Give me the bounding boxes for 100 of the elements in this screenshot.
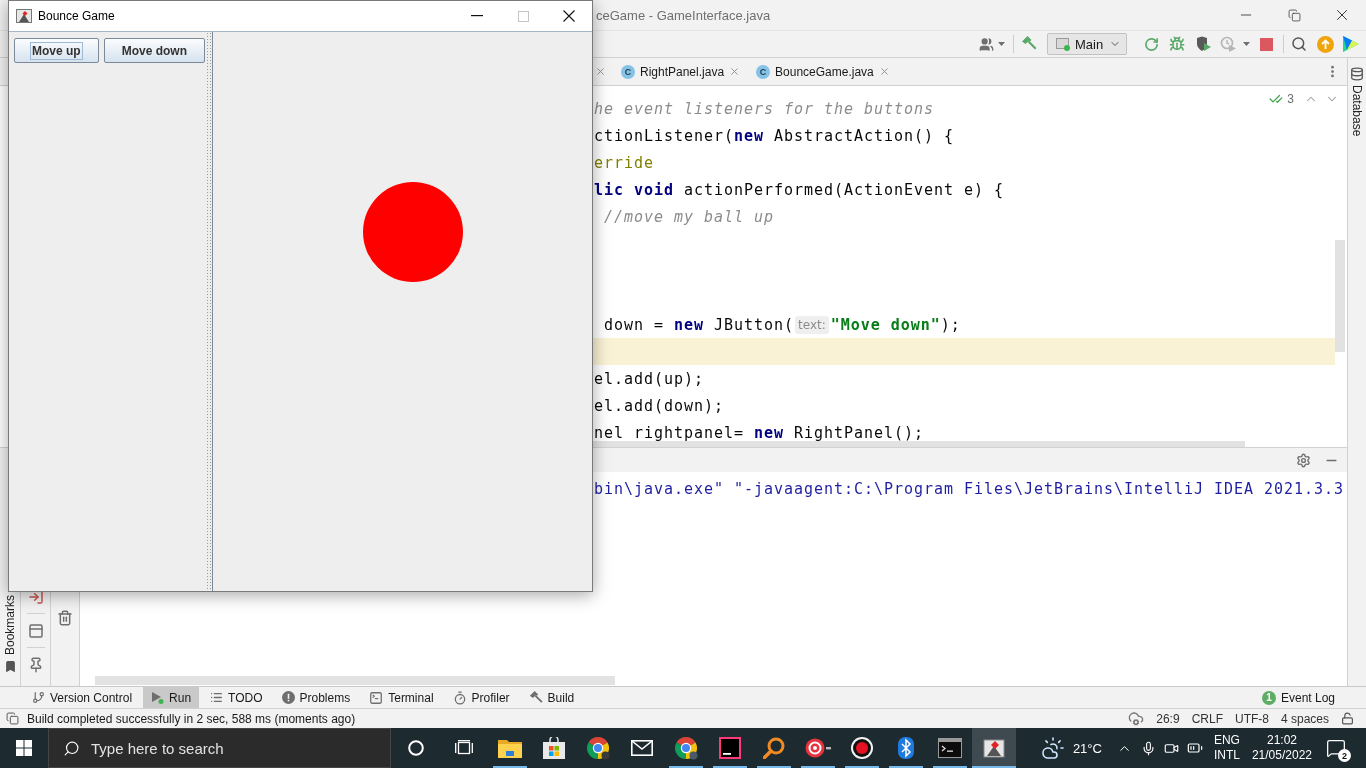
status-widget[interactable]: UTF-8 [1234,711,1269,726]
search-field[interactable]: Type here to search [48,728,391,768]
users-icon[interactable] [978,36,994,52]
input-language-text[interactable]: ENG [1213,733,1240,748]
check-icon[interactable] [1269,92,1284,106]
arrow-into-box-icon[interactable] [27,589,44,605]
cloud-gear-icon[interactable] [1128,710,1145,727]
app-window-icon [1056,37,1070,51]
search-icon [63,739,80,757]
tool-window-tab[interactable]: 1 Event Log [1261,687,1335,708]
caret-icon[interactable] [997,42,1005,46]
refresh-icon[interactable] [1143,36,1159,52]
layout-icon[interactable] [27,623,44,639]
class-badge: C [756,64,771,79]
tool-window-tab[interactable]: Build [520,687,583,708]
tool-window-tab[interactable]: TODO [202,687,271,708]
code-text: he event listeners for the buttons [594,100,935,117]
record-icon[interactable] [851,737,873,759]
folder-icon[interactable] [498,738,522,758]
count-badge: 2 [1338,749,1351,762]
editor-tab[interactable]: C RightPanel.java [613,58,749,85]
close-icon[interactable] [563,10,575,22]
temperature-text[interactable]: 21°C [1072,740,1102,756]
tool-window-tab[interactable]: Profiler [444,687,518,708]
tool-window-tab[interactable]: Version Control [24,687,141,708]
microphone-icon[interactable] [1140,740,1156,756]
task-view-icon[interactable] [455,740,473,756]
database-icon[interactable] [1350,67,1364,81]
stop-icon[interactable] [1259,37,1273,51]
timer-icon [452,690,467,705]
terminal-icon [369,690,384,705]
bug-icon[interactable] [1169,36,1185,52]
code-text: down = new JButton( [603,316,795,333]
hammer-icon [528,690,543,705]
search-icon[interactable] [1291,36,1307,52]
padlock-icon[interactable] [1341,712,1354,725]
status-widget[interactable]: 26:9 [1156,711,1180,726]
branch-icon [32,691,45,704]
action-button[interactable]: Move up [14,38,99,63]
start-icon[interactable] [16,740,32,756]
app-icon [16,8,32,24]
minimize-icon[interactable] [471,15,483,17]
magnifier-icon[interactable] [763,737,785,759]
browser-icon[interactable] [586,736,610,760]
play-icon [151,691,165,704]
scrollbar-thumb[interactable] [95,676,615,685]
app-icon[interactable] [983,737,1005,759]
ring-icon[interactable] [407,740,424,756]
alert-icon [281,691,295,704]
envelope-icon[interactable] [631,740,653,756]
trash-icon[interactable] [57,610,73,626]
inspection-count: 3 [1287,92,1294,106]
window-title: Bounce Game [38,9,115,23]
tool-window-tab[interactable]: Terminal [361,687,442,708]
bluetooth-icon[interactable] [898,737,914,759]
settings-icon[interactable] [1296,452,1311,468]
code-text: //move my ball up [603,208,774,225]
code-text: el.add(up); [594,370,704,387]
active-app-button[interactable] [972,728,1016,768]
terminal-icon[interactable] [938,738,962,758]
weather-icon[interactable] [1040,736,1065,760]
caret-icon[interactable] [1242,42,1250,46]
console-text: bin\java.exe" "-javaagent:C:\Program Files\JetBrains\IntelliJ IDEA 2021.3.3 [594,480,1345,498]
browser-icon[interactable] [674,736,698,760]
code-text: nel rightpanel= new RightPanel(); [594,424,925,441]
input-language-text[interactable]: INTL [1213,748,1240,763]
window-title: ceGame - GameInterface.java [596,7,771,23]
status-widget[interactable]: CRLF [1191,711,1223,726]
scrollbar-thumb[interactable] [1335,240,1345,352]
count-badge: 1 [1261,690,1276,705]
app-logo-icon[interactable] [719,737,741,759]
bookmark-icon[interactable] [3,660,17,673]
editor-tab[interactable]: C BounceGame.java [748,58,898,85]
tool-window-label[interactable]: Database [1350,85,1364,137]
shield-play-icon[interactable] [1195,36,1211,52]
scrollbar-thumb[interactable] [590,441,1245,447]
run-configuration-dropdown[interactable]: Main [1047,33,1127,55]
tool-window-tab[interactable]: Problems [273,687,359,708]
overlapping-squares-icon[interactable] [6,712,19,725]
code-text: "Move down"); [830,316,961,333]
code-text: ctionListener(new AbstractAction() { [594,127,955,144]
clock-time[interactable]: 21:02 [1266,733,1297,748]
search-input[interactable]: Type here to search [91,739,390,757]
class-badge: C [621,64,635,79]
tool-window-label[interactable]: Bookmarks [3,594,17,655]
battery-icon[interactable] [1186,740,1203,756]
inlay-hint: text: [795,315,829,334]
code-text: erride [594,154,654,171]
status-widget[interactable]: 4 spaces [1280,711,1329,726]
code-text: lic void actionPerformed(ActionEvent e) { [594,181,1005,198]
code-text: el.add(down); [594,397,724,414]
shopping-bag-icon[interactable] [543,737,565,759]
status-message: Build completed successfully in 2 sec, 588 ms (moments ago) [27,711,356,726]
target-icon[interactable] [805,738,831,758]
tool-window-tab[interactable]: Run [143,687,200,708]
action-button[interactable]: Move down [103,38,205,63]
hammer-icon[interactable] [1021,36,1037,52]
restore-icon[interactable] [1287,8,1301,22]
clock-date[interactable]: 21/05/2022 [1251,748,1312,763]
message-icon[interactable] [1326,738,1346,758]
